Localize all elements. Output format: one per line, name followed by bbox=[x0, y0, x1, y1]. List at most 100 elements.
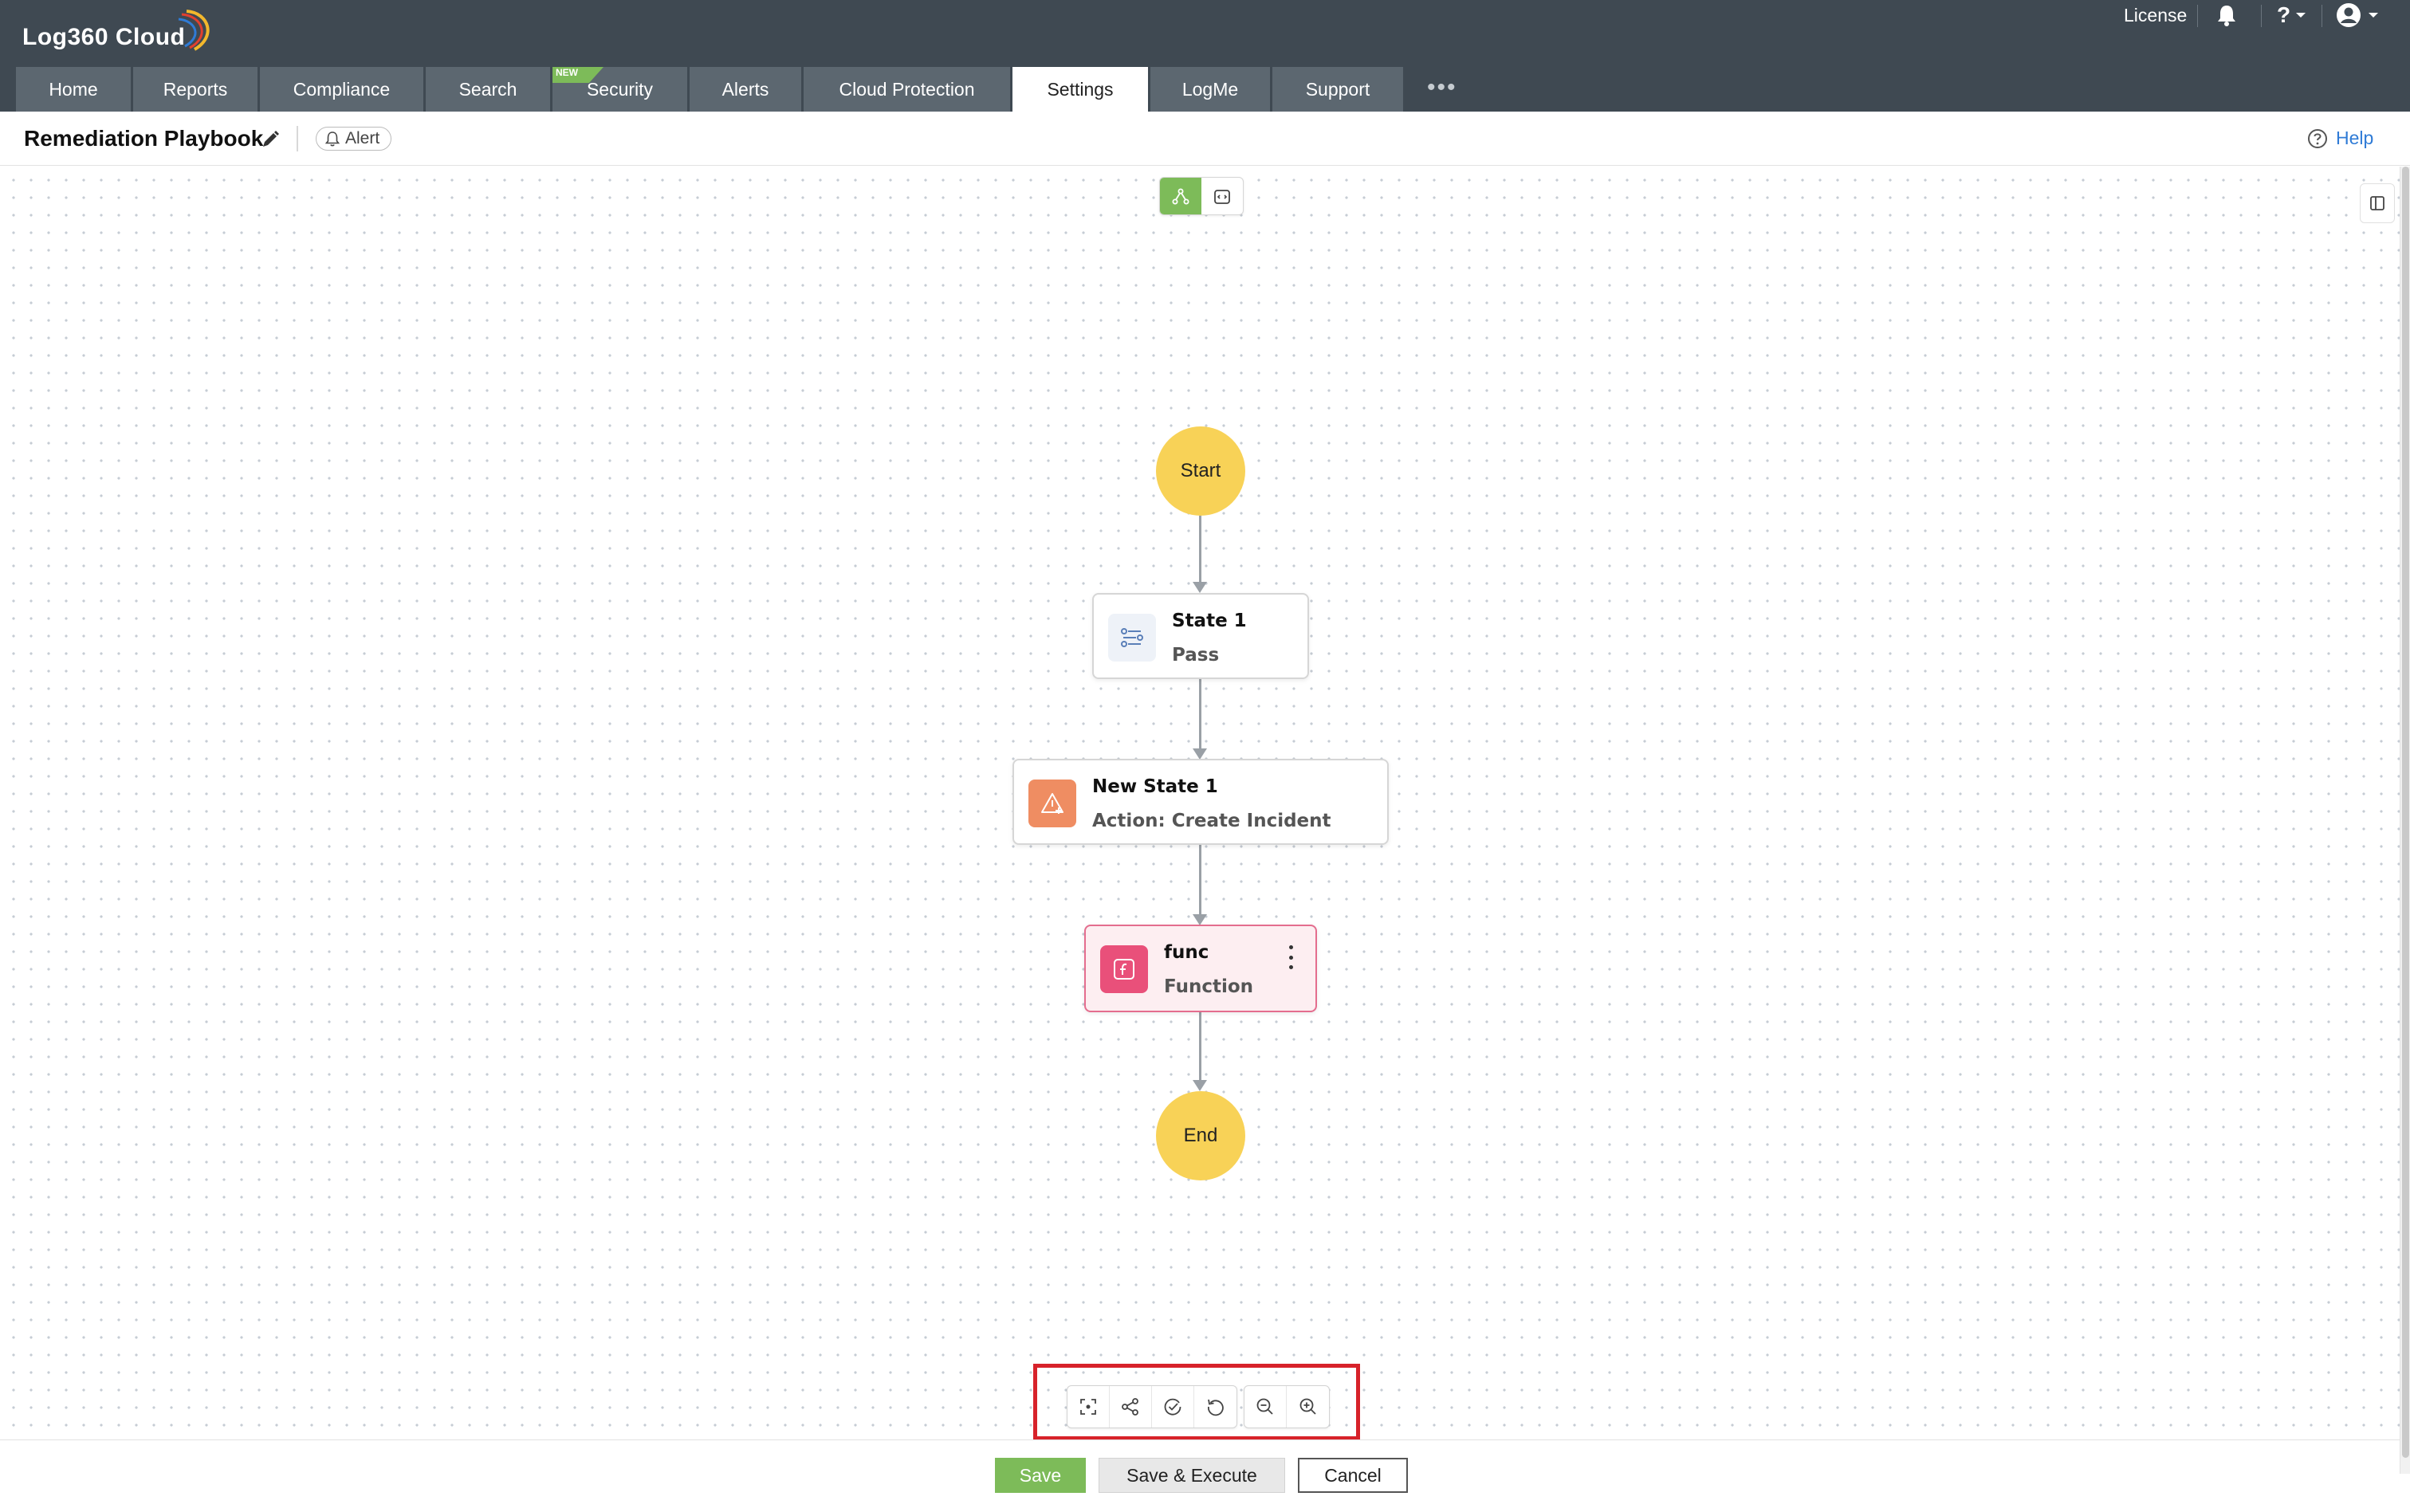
node-type: Function bbox=[1164, 976, 1254, 997]
tab-label: Compliance bbox=[293, 78, 391, 100]
logo-text: Log360 Cloud bbox=[22, 24, 186, 50]
tab-compliance[interactable]: Compliance bbox=[260, 67, 423, 112]
license-link[interactable]: License bbox=[2124, 0, 2187, 30]
share-nodes-icon bbox=[1122, 1398, 1138, 1416]
product-logo[interactable]: Log360 Cloud bbox=[22, 10, 210, 51]
auto-layout-button[interactable] bbox=[1110, 1386, 1152, 1428]
start-node-label: Start bbox=[1180, 460, 1221, 481]
main-nav-tabs: Home Reports Compliance Search NEW Secur… bbox=[16, 67, 1406, 112]
validate-button[interactable] bbox=[1152, 1386, 1194, 1428]
flow-connector bbox=[1199, 845, 1201, 915]
tab-security[interactable]: NEW Security bbox=[552, 67, 687, 112]
header-divider bbox=[2261, 5, 2262, 27]
node-name: New State 1 bbox=[1092, 776, 1218, 797]
scrollbar-thumb[interactable] bbox=[2402, 167, 2409, 1458]
end-node[interactable]: End bbox=[1156, 1091, 1245, 1180]
flow-connector bbox=[1199, 1012, 1201, 1081]
pencil-edit-icon[interactable] bbox=[260, 129, 281, 150]
connector-arrow-icon bbox=[1193, 748, 1207, 760]
tab-label: Home bbox=[49, 78, 98, 100]
node-name: State 1 bbox=[1172, 611, 1247, 631]
connector-arrow-icon bbox=[1193, 582, 1207, 593]
state-node-state-1[interactable]: State 1 Pass bbox=[1092, 593, 1309, 679]
pass-state-icon bbox=[1108, 614, 1156, 662]
user-menu-button[interactable] bbox=[2336, 0, 2379, 30]
start-node[interactable]: Start bbox=[1156, 426, 1245, 516]
save-button[interactable]: Save bbox=[995, 1458, 1086, 1493]
canvas-scrollbar[interactable] bbox=[2400, 167, 2410, 1474]
tab-label: Cloud Protection bbox=[839, 78, 975, 100]
license-label: License bbox=[2124, 4, 2188, 26]
code-view-icon bbox=[1214, 190, 1230, 204]
notifications-button[interactable] bbox=[2216, 0, 2237, 30]
tab-label: Reports bbox=[163, 78, 228, 100]
tab-label: Support bbox=[1305, 78, 1370, 100]
bell-outline-icon bbox=[324, 132, 340, 147]
connector-arrow-icon bbox=[1193, 1080, 1207, 1091]
node-type: Action: Create Incident bbox=[1092, 811, 1331, 831]
side-panel-toggle[interactable] bbox=[2360, 183, 2395, 223]
tab-settings[interactable]: Settings bbox=[1012, 67, 1148, 112]
canvas-tools-group bbox=[1067, 1385, 1237, 1428]
chevron-down-icon bbox=[2296, 13, 2306, 18]
header-divider bbox=[2197, 5, 2198, 27]
zoom-in-icon bbox=[1299, 1398, 1316, 1415]
more-tabs-button[interactable]: ••• bbox=[1427, 76, 1457, 100]
state-node-new-state-1[interactable]: New State 1 Action: Create Incident bbox=[1012, 759, 1389, 845]
question-icon: ? bbox=[2277, 2, 2291, 27]
flow-connector bbox=[1199, 679, 1201, 749]
flow-view-button[interactable] bbox=[1160, 178, 1201, 214]
new-badge-text: NEW bbox=[556, 67, 578, 78]
check-circle-icon bbox=[1164, 1398, 1181, 1416]
title-divider bbox=[297, 126, 298, 151]
node-name: func bbox=[1164, 942, 1209, 963]
tab-support[interactable]: Support bbox=[1272, 67, 1403, 112]
tab-label: Search bbox=[458, 78, 517, 100]
flow-diagram-icon bbox=[1172, 188, 1189, 205]
tab-cloud-protection[interactable]: Cloud Protection bbox=[804, 67, 1010, 112]
page-subheader: Remediation Playbook Alert Help bbox=[0, 112, 2410, 166]
tab-label: Alerts bbox=[721, 78, 769, 100]
more-dots-icon: ••• bbox=[1427, 74, 1457, 100]
chevron-down-icon bbox=[2369, 13, 2378, 18]
panel-expand-icon bbox=[2370, 196, 2384, 210]
tab-reports[interactable]: Reports bbox=[133, 67, 258, 112]
tab-search[interactable]: Search bbox=[426, 67, 550, 112]
end-node-label: End bbox=[1183, 1125, 1218, 1146]
cancel-button[interactable]: Cancel bbox=[1298, 1458, 1408, 1493]
page-title: Remediation Playbook bbox=[24, 126, 264, 151]
canvas-toolbar bbox=[1067, 1385, 1330, 1428]
reset-button[interactable] bbox=[1194, 1386, 1236, 1428]
alert-triangle-icon bbox=[1028, 780, 1076, 827]
tab-alerts[interactable]: Alerts bbox=[690, 67, 801, 112]
zoom-tools-group bbox=[1244, 1385, 1330, 1428]
flow-connector bbox=[1199, 516, 1201, 583]
logo-swoosh-icon bbox=[178, 10, 210, 51]
tab-label: Settings bbox=[1047, 78, 1114, 100]
zoom-out-icon bbox=[1256, 1398, 1273, 1415]
fit-to-screen-button[interactable] bbox=[1067, 1386, 1110, 1428]
help-link[interactable]: Help bbox=[2307, 128, 2373, 149]
state-node-func[interactable]: func Function bbox=[1084, 925, 1317, 1012]
user-avatar-icon bbox=[2337, 3, 2361, 27]
tab-label: LogMe bbox=[1181, 78, 1239, 100]
node-menu-kebab-icon[interactable] bbox=[1285, 945, 1296, 969]
tab-logme[interactable]: LogMe bbox=[1150, 67, 1270, 112]
zoom-out-button[interactable] bbox=[1244, 1386, 1287, 1428]
help-menu-button[interactable]: ? bbox=[2277, 0, 2306, 30]
connector-arrow-icon bbox=[1193, 914, 1207, 925]
help-circle-icon bbox=[2308, 128, 2327, 148]
alert-chip-label: Alert bbox=[345, 129, 380, 147]
bell-icon bbox=[2218, 6, 2235, 26]
save-execute-button[interactable]: Save & Execute bbox=[1099, 1458, 1285, 1493]
node-type: Pass bbox=[1172, 645, 1220, 666]
zoom-in-button[interactable] bbox=[1287, 1386, 1329, 1428]
alert-type-chip: Alert bbox=[316, 127, 392, 151]
undo-rotate-icon bbox=[1207, 1399, 1224, 1416]
help-label: Help bbox=[2336, 128, 2374, 148]
fit-screen-icon bbox=[1080, 1399, 1096, 1415]
view-mode-toggle bbox=[1159, 177, 1244, 215]
code-view-button[interactable] bbox=[1201, 178, 1243, 214]
tab-home[interactable]: Home bbox=[16, 67, 131, 112]
function-icon bbox=[1100, 945, 1148, 993]
